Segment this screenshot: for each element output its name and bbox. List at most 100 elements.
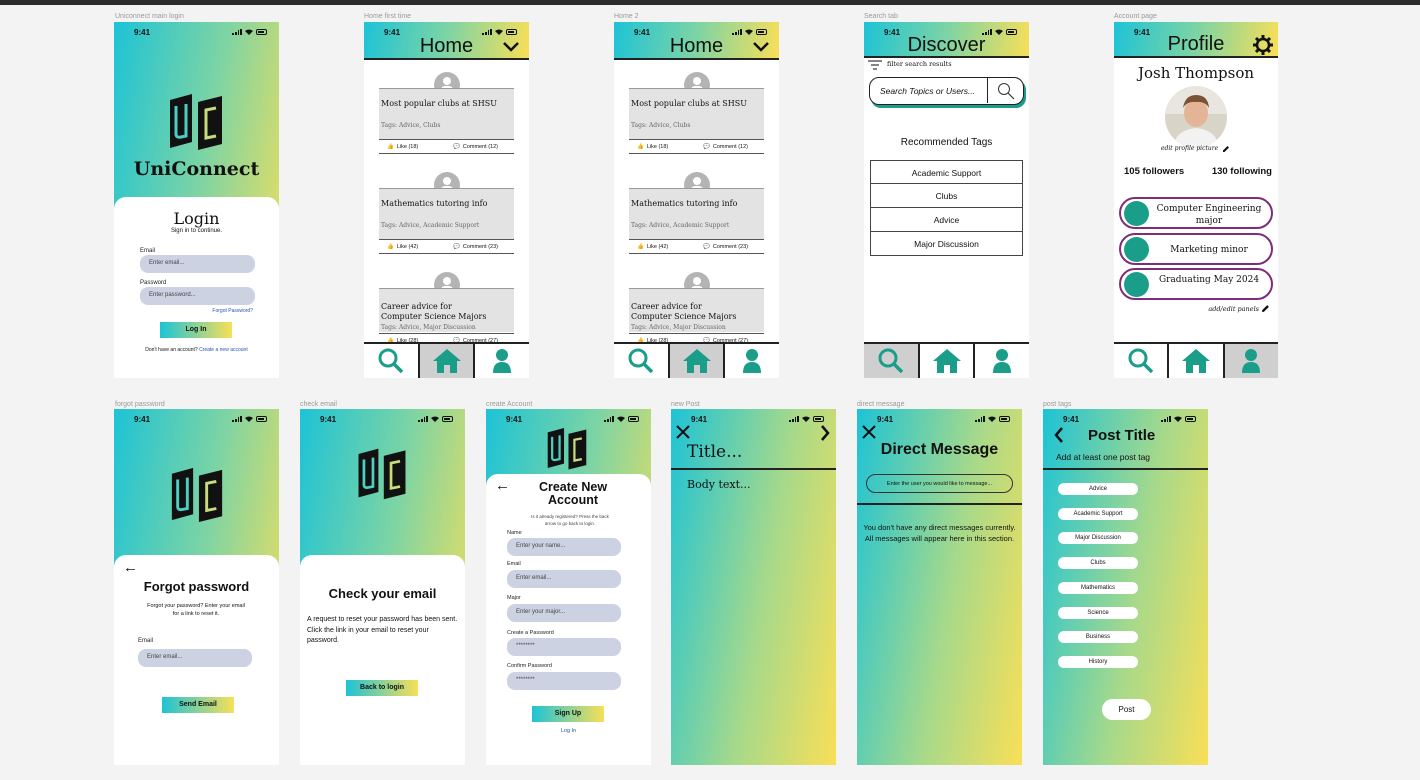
tab-profile[interactable] (725, 344, 779, 378)
like-button[interactable]: Like (18) (397, 144, 418, 150)
close-icon[interactable] (676, 425, 690, 439)
chevron-down-icon[interactable] (753, 42, 769, 52)
filter-label[interactable]: filter search results (887, 60, 952, 68)
chevron-down-icon[interactable] (503, 42, 519, 52)
email-field[interactable]: Enter email... (138, 649, 252, 667)
edit-profile-picture-link[interactable]: edit profile picture (1161, 145, 1218, 152)
profile-panel[interactable]: Marketing minor (1119, 233, 1273, 265)
profile-photo[interactable] (1165, 86, 1227, 148)
comment-icon[interactable]: 💬 (453, 244, 460, 250)
create-password-field[interactable]: ******** (507, 638, 621, 656)
profile-panel[interactable]: Graduating May 2024 (1119, 268, 1273, 300)
tag-chip[interactable]: Business (1058, 631, 1138, 643)
frame-name-home1: Home first time (364, 13, 412, 20)
post-card[interactable]: Career advice for Computer Science Major… (629, 288, 764, 332)
followers-count[interactable]: 105 followers (1124, 166, 1184, 177)
post-button[interactable]: Post (1102, 699, 1151, 720)
tab-home[interactable] (920, 344, 976, 378)
like-button[interactable]: Like (42) (647, 244, 668, 250)
major-field[interactable]: Enter your major... (507, 604, 621, 622)
tag-major-discussion[interactable]: Major Discussion (870, 232, 1023, 256)
tab-profile[interactable] (975, 344, 1029, 378)
create-account-link[interactable]: Create a new account (199, 347, 248, 353)
tag-chip[interactable]: Major Discussion (1058, 532, 1138, 544)
tab-profile[interactable] (1224, 344, 1278, 378)
tag-academic-support[interactable]: Academic Support (870, 160, 1023, 184)
pencil-icon[interactable] (1261, 304, 1270, 313)
comment-button[interactable]: Comment (23) (463, 244, 498, 250)
close-icon[interactable] (862, 425, 876, 439)
following-count[interactable]: 130 following (1212, 166, 1272, 177)
sign-up-button[interactable]: Sign Up (532, 706, 604, 722)
login-link[interactable]: Log In (486, 728, 651, 734)
post-card[interactable]: Most popular clubs at SHSU Tags: Advice,… (629, 88, 764, 140)
thumbs-up-icon[interactable]: 👍 (637, 144, 644, 150)
tab-home[interactable] (1169, 344, 1225, 378)
tag-clubs[interactable]: Clubs (870, 184, 1023, 208)
confirm-password-field[interactable]: ******** (507, 672, 621, 690)
forgot-password-link[interactable]: Forgot Password? (212, 308, 253, 314)
post-card[interactable]: Mathematics tutoring info Tags: Advice, … (379, 188, 514, 240)
comment-icon[interactable]: 💬 (703, 244, 710, 250)
like-button[interactable]: Like (42) (397, 244, 418, 250)
tab-profile[interactable] (475, 344, 529, 378)
post-card[interactable]: Most popular clubs at SHSU Tags: Advice,… (379, 88, 514, 140)
create-account-screen: 9:41 ← Create New Account Is it already … (486, 409, 651, 765)
comment-icon[interactable]: 💬 (453, 144, 460, 150)
panel-dot (1124, 237, 1149, 262)
profile-panel[interactable]: Computer Engineering major (1119, 197, 1273, 229)
email-field[interactable]: Enter email... (140, 255, 255, 273)
post-card[interactable]: Career advice for Computer Science Major… (379, 288, 514, 332)
tab-search[interactable] (864, 344, 920, 378)
recipient-input[interactable]: Enter the user you would like to message… (866, 474, 1013, 493)
tab-search[interactable] (364, 344, 420, 378)
signal-icon (232, 416, 242, 422)
post-card[interactable]: Mathematics tutoring info Tags: Advice, … (629, 188, 764, 240)
thumbs-up-icon[interactable]: 👍 (387, 244, 394, 250)
chevron-left-icon[interactable] (1054, 427, 1064, 443)
gear-icon[interactable] (1253, 35, 1273, 55)
panel-text: Computer Engineering major (1156, 204, 1262, 226)
post-title-input[interactable]: Title... (687, 442, 742, 462)
comment-icon[interactable]: 💬 (703, 144, 710, 150)
email-label: Email (140, 248, 156, 254)
tag-chip[interactable]: Clubs (1058, 557, 1138, 569)
tag-chip[interactable]: Science (1058, 607, 1138, 619)
login-button[interactable]: Log In (160, 322, 232, 338)
post-title: Most popular clubs at SHSU (381, 99, 497, 108)
email-field[interactable]: Enter email... (507, 570, 621, 588)
search-button[interactable] (987, 78, 1023, 103)
like-button[interactable]: Like (18) (647, 144, 668, 150)
tag-chip[interactable]: History (1058, 656, 1138, 668)
comment-button[interactable]: Comment (12) (713, 144, 748, 150)
tag-chip[interactable]: Academic Support (1058, 508, 1138, 520)
comment-button[interactable]: Comment (23) (713, 244, 748, 250)
battery-icon (813, 416, 824, 422)
tab-home[interactable] (419, 344, 476, 378)
chevron-right-icon[interactable] (820, 425, 830, 441)
signal-icon (232, 29, 242, 35)
edit-panels-link[interactable]: add/edit panels (1208, 305, 1259, 313)
divider (671, 468, 836, 470)
tab-search[interactable] (614, 344, 670, 378)
pencil-icon[interactable] (1222, 145, 1230, 153)
tag-advice[interactable]: Advice (870, 208, 1023, 232)
back-arrow-icon[interactable]: ← (495, 477, 510, 494)
comment-button[interactable]: Comment (12) (463, 144, 498, 150)
battery-icon (256, 29, 267, 35)
name-field[interactable]: Enter your name... (507, 538, 621, 556)
tag-chip[interactable]: Mathematics (1058, 582, 1138, 594)
tab-home[interactable] (669, 344, 726, 378)
back-arrow-icon[interactable]: ← (123, 559, 138, 576)
search-input[interactable]: Search Topics or Users... (869, 77, 1024, 105)
post-body-input[interactable]: Body text... (687, 478, 751, 491)
send-email-button[interactable]: Send Email (162, 697, 234, 713)
password-field[interactable]: Enter password... (140, 287, 255, 305)
tab-search[interactable] (1114, 344, 1170, 378)
filter-icon[interactable] (868, 60, 882, 70)
back-to-login-button[interactable]: Back to login (346, 680, 418, 696)
thumbs-up-icon[interactable]: 👍 (387, 144, 394, 150)
tab-bar (614, 342, 779, 378)
tag-chip[interactable]: Advice (1058, 483, 1138, 495)
thumbs-up-icon[interactable]: 👍 (637, 244, 644, 250)
